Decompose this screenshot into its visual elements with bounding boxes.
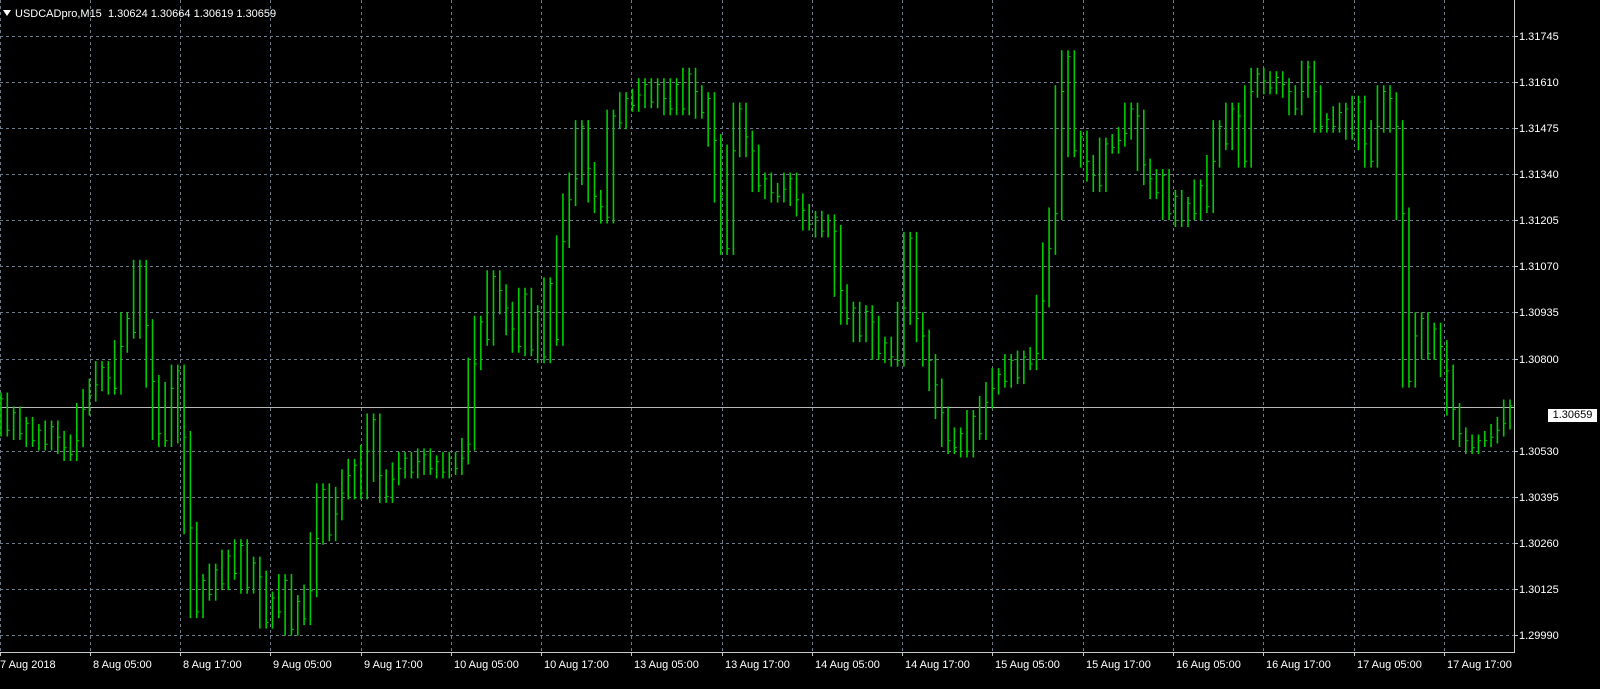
time-label: 13 Aug 17:00 bbox=[725, 659, 790, 671]
dropdown-triangle-icon[interactable] bbox=[3, 10, 11, 16]
price-label: 1.30260 bbox=[1519, 538, 1559, 550]
time-label: 9 Aug 17:00 bbox=[364, 659, 423, 671]
current-price-tag: 1.30659 bbox=[1547, 408, 1598, 423]
time-label: 15 Aug 05:00 bbox=[995, 659, 1060, 671]
price-label: 1.31745 bbox=[1519, 31, 1559, 43]
ohlc-values: 1.30624 1.30664 1.30619 1.30659 bbox=[107, 8, 277, 20]
time-label: 15 Aug 17:00 bbox=[1086, 659, 1151, 671]
time-label: 17 Aug 17:00 bbox=[1447, 659, 1512, 671]
chart-window[interactable]: 1.31745 1.31610 1.31475 1.31340 1.31205 1.310… bbox=[0, 0, 1600, 689]
time-label: 9 Aug 05:00 bbox=[273, 659, 332, 671]
time-label: 16 Aug 05:00 bbox=[1176, 659, 1241, 671]
price-chart[interactable]: 1.31745 1.31610 1.31475 1.31340 1.31205 1.310… bbox=[0, 0, 1600, 689]
time-label: 14 Aug 17:00 bbox=[905, 659, 970, 671]
price-label: 1.30395 bbox=[1519, 492, 1559, 504]
time-label: 7 Aug 2018 bbox=[0, 659, 56, 671]
price-label: 1.30800 bbox=[1519, 354, 1559, 366]
time-label: 16 Aug 17:00 bbox=[1266, 659, 1331, 671]
price-label: 1.31205 bbox=[1519, 215, 1559, 227]
price-label: 1.30530 bbox=[1519, 446, 1559, 458]
time-label: 8 Aug 17:00 bbox=[183, 659, 242, 671]
time-label: 13 Aug 05:00 bbox=[634, 659, 699, 671]
time-label: 10 Aug 05:00 bbox=[454, 659, 519, 671]
price-label: 1.31610 bbox=[1519, 77, 1559, 89]
symbol-timeframe: USDCADpro,M15 bbox=[15, 8, 102, 20]
price-label: 1.30125 bbox=[1519, 584, 1559, 596]
price-label: 1.30935 bbox=[1519, 307, 1559, 319]
price-label: 1.31475 bbox=[1519, 123, 1559, 135]
price-label: 1.31070 bbox=[1519, 261, 1559, 273]
time-label: 14 Aug 05:00 bbox=[815, 659, 880, 671]
price-label: 1.31340 bbox=[1519, 169, 1559, 181]
time-label: 10 Aug 17:00 bbox=[544, 659, 609, 671]
time-label: 17 Aug 05:00 bbox=[1357, 659, 1422, 671]
price-label: 1.29990 bbox=[1519, 630, 1559, 642]
symbol-header: USDCADpro,M15 1.30624 1.30664 1.30619 1.… bbox=[3, 7, 276, 21]
time-label: 8 Aug 05:00 bbox=[93, 659, 152, 671]
